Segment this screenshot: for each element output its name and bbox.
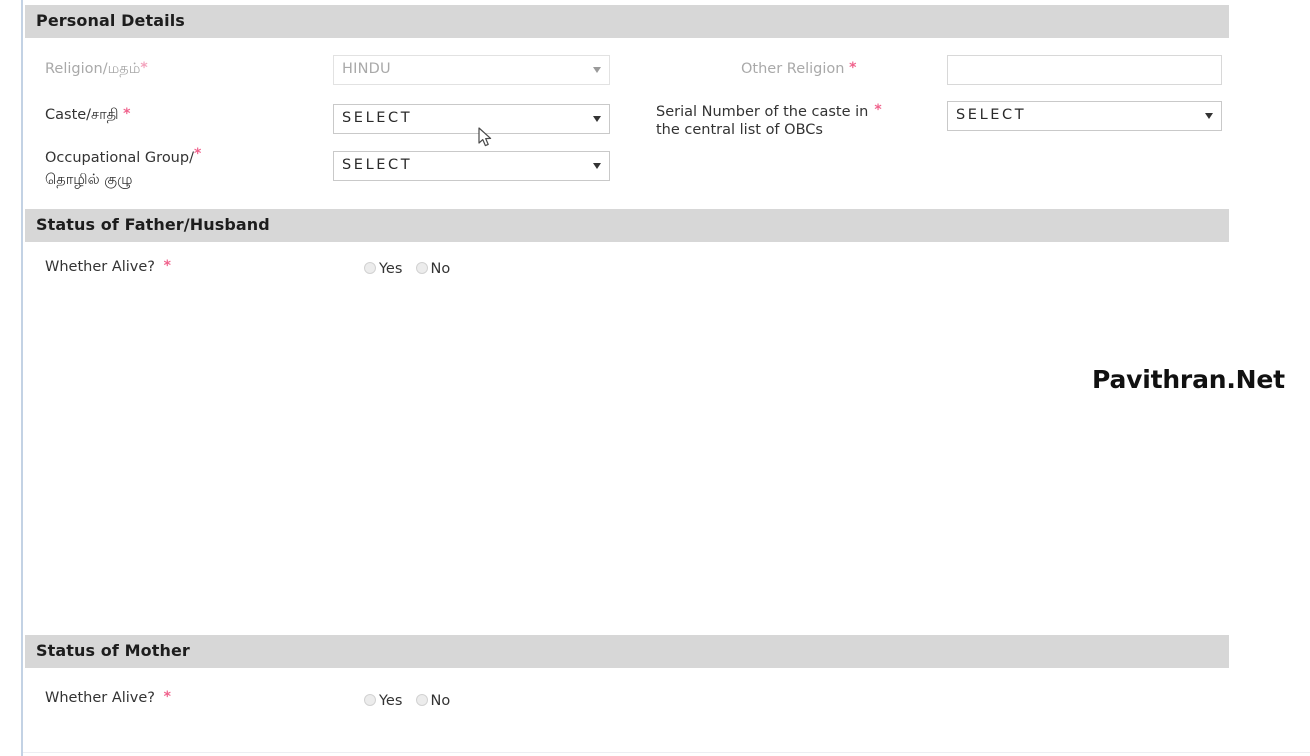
section-header-status-of-father-husband: Status of Father/Husband [25, 209, 1229, 242]
required-marker-serial-number: * [874, 102, 882, 118]
label-other-religion: Other Religion * [741, 61, 856, 78]
label-mother-whether-alive-text: Whether Alive? [45, 690, 155, 706]
label-other-religion-text: Other Religion [741, 61, 845, 77]
select-religion[interactable]: HINDU [333, 55, 610, 85]
radio-father-alive-yes-label: Yes [379, 261, 403, 277]
label-occupational-group-line2: தொழில் குழு [45, 172, 133, 188]
select-caste-value: SELECT [342, 110, 413, 126]
section-title-personal-details: Personal Details [36, 11, 185, 30]
radio-circle-icon [364, 694, 376, 706]
required-marker-religion: * [140, 60, 148, 76]
label-religion: Religion/மதம்* [45, 61, 148, 78]
section-title-status-of-mother: Status of Mother [36, 641, 190, 660]
required-marker-caste: * [123, 106, 131, 122]
label-serial-number-line1: Serial Number of the caste in [656, 104, 869, 120]
select-serial-number-caste[interactable]: SELECT [947, 101, 1222, 131]
select-caste[interactable]: SELECT [333, 104, 610, 134]
required-marker-occupational-group: * [193, 146, 202, 162]
input-other-religion[interactable] [947, 55, 1222, 85]
radio-circle-icon [415, 262, 428, 274]
radio-mother-alive-no[interactable]: No [415, 690, 451, 709]
label-caste: Caste/சாதி * [45, 107, 130, 124]
form-page: Personal Details Religion/மதம்* HINDU Ot… [0, 0, 1310, 756]
section-header-personal-details: Personal Details [25, 5, 1229, 38]
label-father-whether-alive: Whether Alive? * [45, 259, 171, 276]
radio-mother-alive-yes[interactable]: Yes [364, 690, 402, 709]
select-occupational-group-value: SELECT [342, 157, 413, 173]
radio-father-alive-no-label: No [430, 261, 451, 277]
required-marker-mother-whether-alive: * [163, 689, 171, 705]
label-occupational-group-line1: Occupational Group/ [45, 150, 194, 166]
label-occupational-group: Occupational Group/* தொழில் குழு [45, 147, 275, 191]
section-title-status-of-father-husband: Status of Father/Husband [36, 215, 270, 234]
chevron-down-icon [593, 67, 601, 73]
chevron-down-icon [593, 116, 601, 122]
radio-father-alive-yes[interactable]: Yes [364, 258, 402, 277]
required-marker-father-whether-alive: * [163, 258, 171, 274]
watermark-text: Pavithran.Net [1092, 365, 1285, 394]
select-religion-value: HINDU [342, 61, 391, 77]
radio-circle-icon [415, 694, 428, 706]
section-header-status-of-mother: Status of Mother [25, 635, 1229, 668]
label-father-whether-alive-text: Whether Alive? [45, 259, 155, 275]
chevron-down-icon [593, 163, 601, 169]
radio-group-father-whether-alive[interactable]: Yes No [364, 258, 458, 277]
label-serial-number-caste: Serial Number of the caste in * the centr… [656, 103, 896, 139]
required-marker-other-religion: * [849, 60, 857, 76]
select-serial-number-value: SELECT [956, 107, 1027, 123]
radio-father-alive-no[interactable]: No [415, 258, 451, 277]
chevron-down-icon [1205, 113, 1213, 119]
label-mother-whether-alive: Whether Alive? * [45, 690, 171, 707]
select-occupational-group[interactable]: SELECT [333, 151, 610, 181]
radio-group-mother-whether-alive[interactable]: Yes No [364, 690, 458, 709]
radio-circle-icon [364, 262, 376, 274]
radio-mother-alive-no-label: No [430, 693, 451, 709]
radio-mother-alive-yes-label: Yes [379, 693, 403, 709]
label-caste-text: Caste/சாதி [45, 107, 119, 123]
label-religion-text: Religion/மதம் [45, 61, 141, 77]
label-serial-number-line2: the central list of OBCs [656, 122, 823, 138]
